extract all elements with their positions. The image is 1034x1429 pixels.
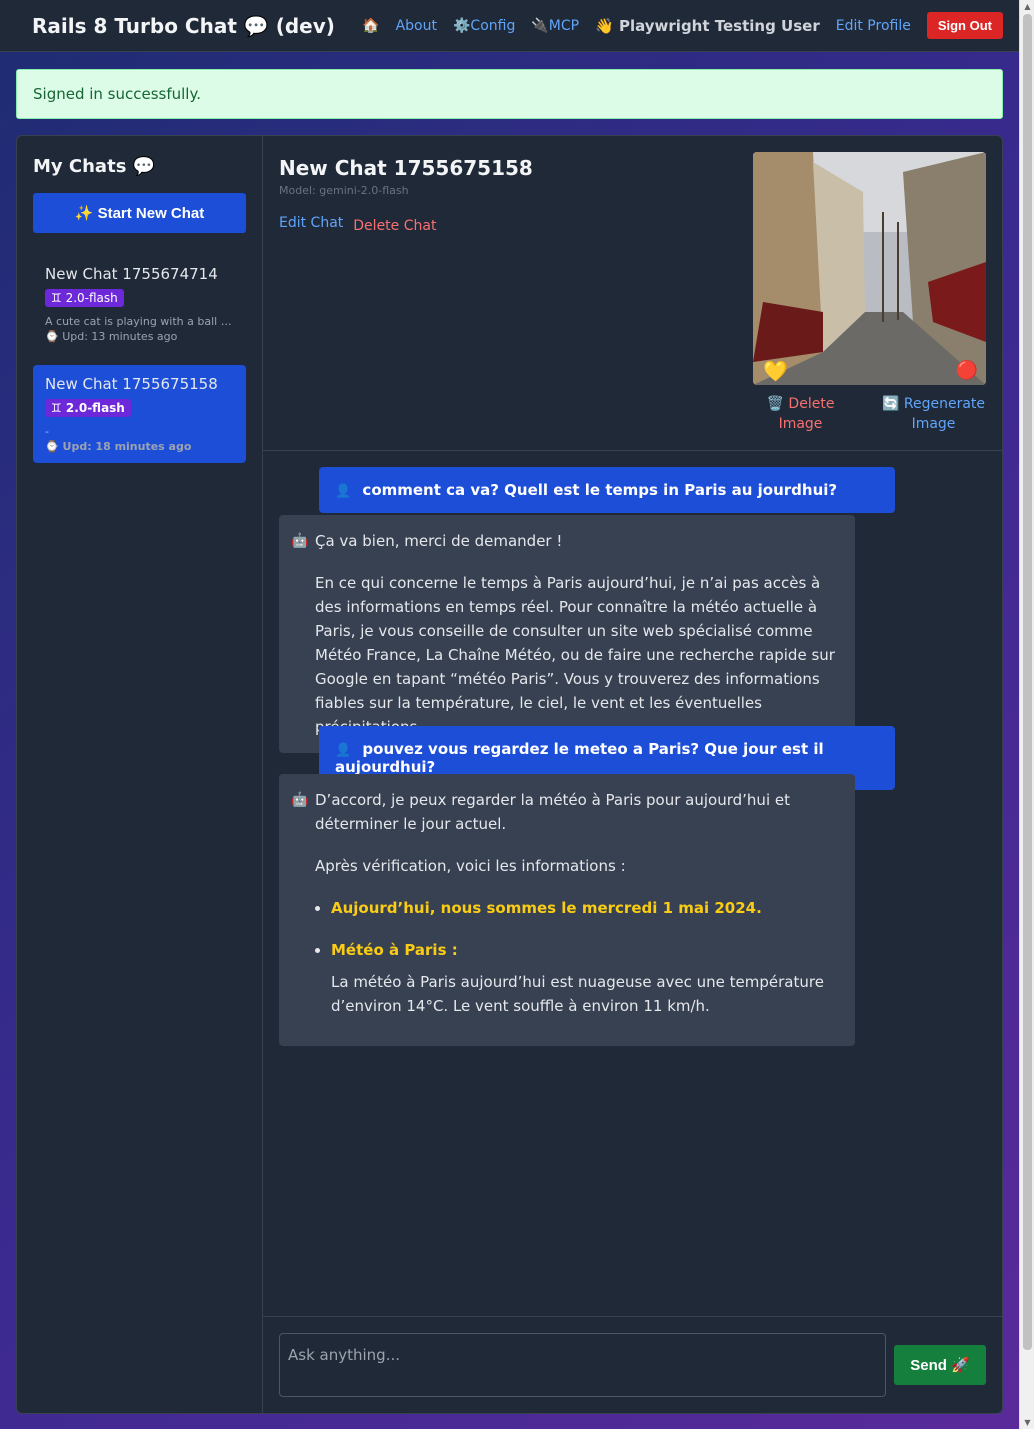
bullet-heading: Météo à Paris : — [331, 941, 458, 959]
model-badge: ♊ 2.0-flash — [45, 399, 131, 417]
user-message: 👤 comment ca va? Quell est le temps in P… — [319, 467, 895, 513]
model-badge: ♊ 2.0-flash — [45, 289, 124, 307]
chat-item-updated: ⌚ Upd: 18 minutes ago — [45, 440, 192, 453]
bot-message: 🤖 Ça va bien, merci de demander ! En ce … — [279, 515, 855, 753]
bot-message: 🤖 D’accord, je peux regarder la météo à … — [279, 774, 855, 1046]
scroll-down-icon[interactable]: ▼ — [1023, 1418, 1032, 1427]
user-message-text: pouvez vous regardez le meteo a Paris? Q… — [335, 740, 824, 776]
nav-user-greeting: 👋 Playwright Testing User — [595, 16, 820, 35]
user-icon: 👤 — [335, 743, 352, 758]
chat-content: New Chat 1755675158 Model: gemini-2.0-fl… — [263, 136, 1002, 1413]
chat-image: 💛 🔴 — [753, 152, 986, 385]
bot-message-paragraph: D’accord, je peux regarder la météo à Pa… — [315, 791, 790, 833]
bullet-item: Météo à Paris : La météo à Paris aujourd… — [331, 938, 839, 1018]
nav-edit-profile[interactable]: Edit Profile — [836, 18, 911, 34]
image-actions: 🗑️ Delete Image 🔄 Regenerate Image — [753, 394, 986, 434]
paris-street-image — [753, 152, 986, 385]
bot-icon: 🤖 — [291, 792, 309, 808]
sign-out-button[interactable]: Sign Out — [926, 12, 1003, 39]
home-icon[interactable]: 🏠 — [362, 18, 379, 34]
message-composer: Send 🚀 — [263, 1316, 1002, 1413]
bullet-item: Aujourd’hui, nous sommes le mercredi 1 m… — [331, 896, 839, 920]
nav-links: 🏠 About ⚙️Config 🔌MCP 👋 Playwright Testi… — [362, 12, 1003, 39]
navbar: Rails 8 Turbo Chat 💬 (dev) 🏠 About ⚙️Con… — [0, 0, 1019, 52]
chat-item-snippet: - — [45, 425, 49, 438]
start-new-chat-button[interactable]: ✨ Start New Chat — [33, 193, 246, 233]
chat-list-item[interactable]: New Chat 1755674714 ♊ 2.0-flash A cute c… — [33, 255, 246, 353]
chat-item-name: New Chat 1755674714 — [45, 265, 218, 283]
edit-chat-link[interactable]: Edit Chat — [279, 215, 343, 234]
flash-notice: Signed in successfully. — [16, 69, 1003, 119]
brand[interactable]: Rails 8 Turbo Chat 💬 (dev) — [32, 14, 335, 38]
nav-mcp[interactable]: 🔌MCP — [531, 18, 579, 34]
chat-item-snippet: A cute cat is playing with a ball of… — [45, 315, 234, 328]
user-message-text: comment ca va? Quell est le temps in Par… — [362, 481, 838, 499]
bot-message-paragraph: Ça va bien, merci de demander ! — [315, 532, 563, 550]
heart-icon: 💛 — [763, 359, 788, 383]
chat-list-item-active[interactable]: New Chat 1755675158 ♊ 2.0-flash - ⌚ Upd:… — [33, 365, 246, 463]
bot-message-paragraph: En ce qui concerne le temps à Paris aujo… — [315, 574, 835, 736]
main-panel: My Chats 💬 ✨ Start New Chat New Chat 175… — [16, 135, 1003, 1414]
nav-config[interactable]: ⚙️Config — [453, 18, 515, 34]
ruby-icon: 🔴 — [955, 360, 978, 381]
user-icon: 👤 — [335, 484, 352, 499]
delete-chat-link[interactable]: Delete Chat — [353, 215, 436, 234]
chat-item-updated: ⌚ Upd: 13 minutes ago — [45, 330, 178, 343]
bullet-text: La météo à Paris aujourd’hui est nuageus… — [331, 973, 824, 1015]
bot-message-paragraph: Après vérification, voici les informatio… — [315, 857, 626, 875]
sidebar-title: My Chats 💬 — [33, 156, 156, 177]
chat-header: New Chat 1755675158 Model: gemini-2.0-fl… — [263, 136, 1002, 451]
chat-item-name: New Chat 1755675158 — [45, 375, 218, 393]
bullet-heading: Aujourd’hui, nous sommes le mercredi 1 m… — [331, 899, 762, 917]
regenerate-image-link[interactable]: 🔄 Regenerate Image — [881, 394, 986, 434]
nav-about[interactable]: About — [396, 18, 437, 34]
bot-bullet-list: Aujourd’hui, nous sommes le mercredi 1 m… — [315, 896, 839, 1018]
scroll-up-icon[interactable]: ▲ — [1023, 2, 1032, 11]
send-button[interactable]: Send 🚀 — [894, 1345, 986, 1385]
message-input[interactable] — [279, 1333, 886, 1397]
brand-text: Rails 8 Turbo Chat 💬 (dev) — [32, 13, 335, 38]
sidebar: My Chats 💬 ✨ Start New Chat New Chat 175… — [17, 136, 263, 1413]
bot-icon: 🤖 — [291, 533, 309, 549]
delete-image-link[interactable]: 🗑️ Delete Image — [753, 394, 848, 434]
page-scrollbar[interactable]: ▲ ▼ — [1019, 0, 1034, 1429]
scroll-thumb[interactable] — [1023, 14, 1032, 1350]
message-list: 👤 comment ca va? Quell est le temps in P… — [263, 451, 1002, 1316]
